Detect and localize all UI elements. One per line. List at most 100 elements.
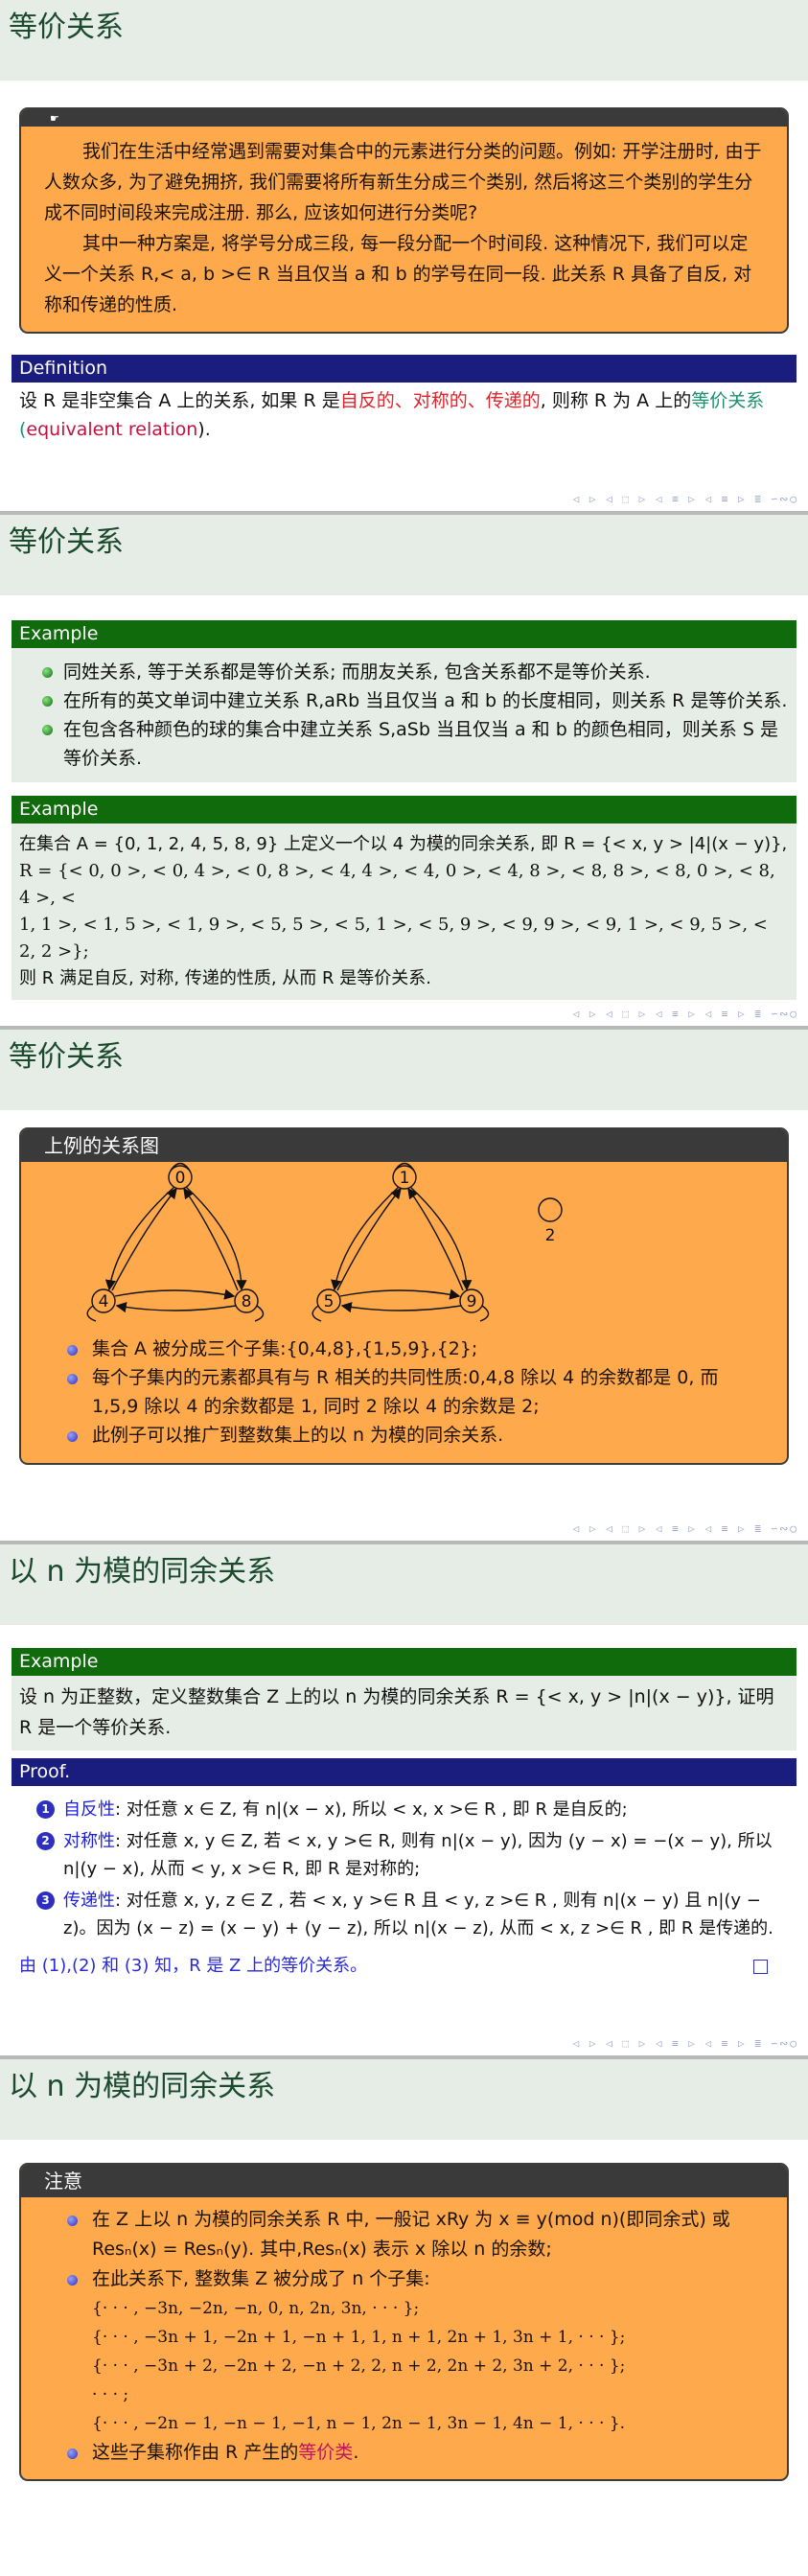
slide-5: 以 n 为模的同余关系 注意 在 Z 上以 n 为模的同余关系 R 中, 一般记… — [0, 2059, 808, 2576]
example-header-2: Example — [12, 796, 796, 824]
def-symmetric: 对称的、 — [412, 390, 486, 411]
proof-step: 2 对称性: 对任意 x, y ∈ Z, 若 < x, y >∈ R, 则有 n|… — [19, 1827, 789, 1883]
node-label: 4 — [99, 1292, 109, 1311]
example-list: 同姓关系, 等于关系都是等价关系; 而朋友关系, 包含关系都不是等价关系. 在所… — [19, 658, 789, 773]
def-text-pre: 设 R 是非空集合 A 上的关系, 如果 R 是 — [19, 390, 340, 411]
frame-title: 以 n 为模的同余关系 — [0, 1544, 808, 1625]
beamer-nav-bar[interactable]: ◁ ▷ ◁ ⬚ ▷ ◁ ≡ ▷ ◁ ≡ ▷ ≣ ∽∾◯ — [573, 1522, 798, 1535]
node-label: 8 — [242, 1292, 252, 1311]
proof-step: 1 自反性: 对任意 x ∈ Z, 有 n|(x − x), 所以 < x, x … — [19, 1796, 789, 1823]
list-item: 在 Z 上以 n 为模的同余关系 R 中, 一般记 xRy 为 x ≡ y(mo… — [50, 2205, 768, 2264]
example-body-1: 同姓关系, 等于关系都是等价关系; 而朋友关系, 包含关系都不是等价关系. 在所… — [12, 648, 796, 782]
residue-class-sets: {· · · , −3n, −2n, −n, 0, n, 2n, 3n, · ·… — [92, 2294, 768, 2438]
beamer-nav-bar[interactable]: ◁ ▷ ◁ ⬚ ▷ ◁ ≡ ▷ ◁ ≡ ▷ ≣ ∽∾◯ — [573, 1008, 798, 1020]
step-number-badge: 3 — [36, 1891, 55, 1910]
residue-set: {· · · , −3n + 1, −2n + 1, −n + 1, 1, n … — [92, 2328, 626, 2347]
frame-title: 等价关系 — [0, 515, 808, 595]
bullet-icon — [42, 696, 53, 707]
box-header: 上例的关系图 — [21, 1129, 787, 1162]
step-number-badge: 1 — [36, 1800, 55, 1819]
list-item-text: 在包含各种颜色的球的集合中建立关系 S,aSb 当且仅当 a 和 b 的颜色相同… — [63, 719, 778, 769]
residue-set: {· · · , −2n − 1, −n − 1, −1, n − 1, 2n … — [92, 2414, 626, 2433]
definition-header: Definition — [12, 355, 796, 383]
graph-node — [538, 1197, 563, 1222]
definition-body: 设 R 是非空集合 A 上的关系, 如果 R 是自反的、对称的、传递的, 则称 … — [12, 383, 796, 452]
list-item-text: 在 Z 上以 n 为模的同余关系 R 中, 一般记 xRy 为 x ≡ y(mo… — [92, 2209, 730, 2260]
proof-conclusion-row: 由 (1),(2) 和 (3) 知，R 是 Z 上的等价关系。 — [19, 1952, 789, 1980]
intro-paragraph-2: 其中一种方案是, 将学号分成三段, 每一段分配一个时间段. 这种情况下, 我们可… — [44, 233, 752, 315]
node-label: 5 — [324, 1292, 335, 1311]
residue-set: {· · · , −3n, −2n, −n, 0, n, 2n, 3n, · ·… — [92, 2299, 420, 2318]
node-label: 9 — [467, 1292, 477, 1311]
bullet-icon — [42, 725, 53, 735]
list-item: 在所有的英文单词中建立关系 R,aRb 当且仅当 a 和 b 的长度相同，则关系… — [19, 686, 789, 715]
list-item-text: 每个子集内的元素都具有与 R 相关的共同性质:0,4,8 除以 4 的余数都是 … — [92, 1367, 719, 1417]
example-header-1: Example — [12, 620, 796, 648]
slide-2: 等价关系 Example 同姓关系, 等于关系都是等价关系; 而朋友关系, 包含… — [0, 515, 808, 1030]
def-transitive: 传递的 — [485, 390, 541, 411]
equivalence-class-term: 等价类 — [298, 2442, 354, 2463]
residue-set: · · · ; — [92, 2385, 129, 2404]
list-item: 每个子集内的元素都具有与 R 相关的共同性质:0,4,8 除以 4 的余数都是 … — [50, 1363, 768, 1421]
example-line: 则 R 满足自反, 对称, 传递的性质, 从而 R 是等价关系. — [19, 968, 431, 988]
list-item-text: 集合 A 被分成三个子集:{0,4,8},{1,5,9},{2}; — [92, 1338, 478, 1359]
beamer-nav-bar[interactable]: ◁ ▷ ◁ ⬚ ▷ ◁ ≡ ▷ ◁ ≡ ▷ ≣ ∽∾◯ — [573, 2037, 798, 2050]
beamer-nav-bar[interactable]: ◁ ▷ ◁ ⬚ ▷ ◁ ≡ ▷ ◁ ≡ ▷ ≣ ∽∾◯ — [573, 493, 798, 505]
bullet-icon — [67, 2275, 78, 2286]
proof-body: 1 自反性: 对任意 x ∈ Z, 有 n|(x − x), 所以 < x, x … — [12, 1786, 796, 1987]
hand-pointing-icon: ☛ — [50, 112, 59, 125]
def-english-term: equivalent relation — [26, 419, 198, 440]
note-box: 注意 在 Z 上以 n 为模的同余关系 R 中, 一般记 xRy 为 x ≡ y… — [19, 2163, 789, 2481]
step-number-badge: 2 — [36, 1832, 55, 1850]
list-item-text: 在所有的英文单词中建立关系 R,aRb 当且仅当 a 和 b 的长度相同，则关系… — [63, 690, 788, 711]
def-reflexive: 自反的、 — [339, 390, 413, 411]
frame-title: 等价关系 — [0, 1030, 808, 1110]
box-header: 注意 — [21, 2165, 787, 2197]
example-line: 在集合 A = {0, 1, 2, 4, 5, 8, 9} 上定义一个以 4 为… — [19, 834, 788, 854]
node-label: 2 — [545, 1226, 556, 1245]
example-body: 设 n 为正整数，定义整数集合 Z 上的以 n 为模的同余关系 R = {< x… — [12, 1676, 796, 1751]
list-item: 此例子可以推广到整数集上的以 n 为模的同余关系. — [50, 1421, 768, 1450]
intro-note-box: ☛ 我们在生活中经常遇到需要对集合中的元素进行分类的问题。例如: 开学注册时, … — [19, 107, 789, 334]
proof-steps: 1 自反性: 对任意 x ∈ Z, 有 n|(x − x), 所以 < x, x … — [19, 1796, 789, 1942]
node-label: 1 — [400, 1169, 410, 1188]
step-label: 传递性 — [63, 1891, 115, 1911]
step-text: : 对任意 x, y ∈ Z, 若 < x, y >∈ R, 则有 n|(x −… — [63, 1831, 773, 1879]
slide-1: 等价关系 ☛ 我们在生活中经常遇到需要对集合中的元素进行分类的问题。例如: 开学… — [0, 0, 808, 515]
slide-3: 等价关系 上例的关系图 0 4 8 1 5 9 2 集合 A 被分成三个子集:{… — [0, 1030, 808, 1544]
list-item: 集合 A 被分成三个子集:{0,4,8},{1,5,9},{2}; — [50, 1334, 768, 1363]
bullet-icon — [67, 1345, 78, 1356]
list-item: 在包含各种颜色的球的集合中建立关系 S,aSb 当且仅当 a 和 b 的颜色相同… — [19, 715, 789, 773]
bullet-icon — [67, 1374, 78, 1384]
step-text: : 对任意 x, y, z ∈ Z , 若 < x, y >∈ R 且 < y,… — [63, 1891, 773, 1938]
bullet-icon — [67, 2216, 78, 2226]
list-item: 同姓关系, 等于关系都是等价关系; 而朋友关系, 包含关系都不是等价关系. — [19, 658, 789, 686]
proof-conclusion: 由 (1),(2) 和 (3) 知，R 是 Z 上的等价关系。 — [19, 1956, 368, 1976]
list-item-text: 此例子可以推广到整数集上的以 n 为模的同余关系. — [92, 1425, 504, 1446]
def-text-mid: , 则称 R 为 A 上的 — [540, 390, 692, 411]
def-equivalence-term: 等价关系 — [691, 390, 765, 411]
list-item: 这些子集称作由 R 产生的等价类. — [50, 2438, 768, 2468]
bullet-icon — [42, 667, 53, 678]
note-header: ☛ — [21, 109, 787, 127]
list-item-text-end: . — [353, 2442, 359, 2463]
bullet-icon — [67, 2448, 78, 2459]
relation-graph: 0 4 8 1 5 9 2 — [21, 1162, 787, 1331]
residue-set: {· · · , −3n + 2, −2n + 2, −n + 2, 2, n … — [92, 2356, 626, 2376]
qed-square-icon — [753, 1960, 768, 1974]
relation-graph-svg: 0 4 8 1 5 9 2 — [86, 1162, 563, 1322]
note-list: 在 Z 上以 n 为模的同余关系 R 中, 一般记 xRy 为 x ≡ y(mo… — [50, 2205, 768, 2468]
list-item-text: 同姓关系, 等于关系都是等价关系; 而朋友关系, 包含关系都不是等价关系. — [63, 661, 651, 683]
node-label: 0 — [175, 1169, 186, 1188]
example-line: 1, 1 >, < 1, 5 >, < 1, 9 >, < 5, 5 >, < … — [19, 915, 768, 962]
relation-graph-box: 上例的关系图 0 4 8 1 5 9 2 集合 A 被分成三个子集:{0,4,8… — [19, 1127, 789, 1465]
step-label: 对称性 — [63, 1831, 115, 1851]
list-item-text: 在此关系下, 整数集 Z 被分成了 n 个子集: — [92, 2268, 430, 2289]
def-rparen: ). — [197, 419, 211, 440]
slide-4: 以 n 为模的同余关系 Example 设 n 为正整数，定义整数集合 Z 上的… — [0, 1544, 808, 2059]
proof-header: Proof. — [12, 1758, 796, 1786]
observation-list: 集合 A 被分成三个子集:{0,4,8},{1,5,9},{2}; 每个子集内的… — [50, 1334, 768, 1450]
frame-title: 以 n 为模的同余关系 — [0, 2059, 808, 2140]
frame-title: 等价关系 — [0, 0, 808, 81]
intro-paragraph-1: 我们在生活中经常遇到需要对集合中的元素进行分类的问题。例如: 开学注册时, 由于… — [44, 141, 762, 223]
